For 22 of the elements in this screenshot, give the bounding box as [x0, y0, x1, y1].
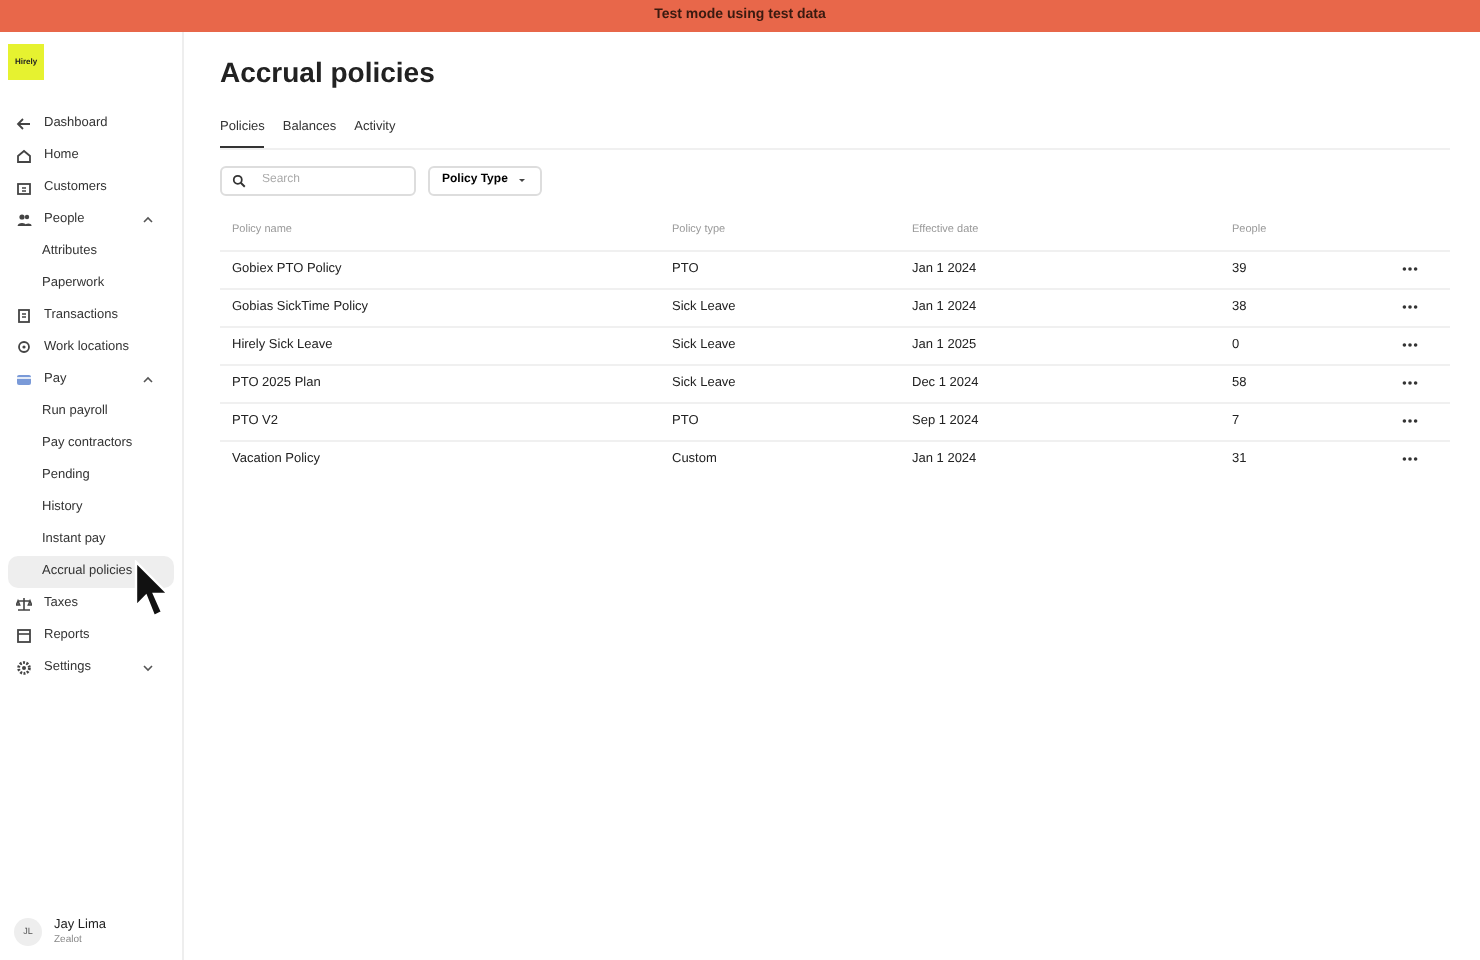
more-options-icon[interactable]: [1402, 456, 1418, 463]
more-options-icon[interactable]: [1402, 265, 1418, 272]
chevron-up-icon: [142, 214, 154, 226]
report-icon: [16, 628, 32, 644]
arrow-left-icon: [16, 116, 32, 132]
people-icon: [16, 212, 32, 228]
gear-icon: [16, 660, 32, 676]
page-title: Accrual policies: [220, 56, 437, 90]
caret-icon: [515, 174, 528, 187]
more-options-icon[interactable]: [1402, 417, 1418, 424]
location-pin-icon: [16, 340, 32, 356]
chevron-down-icon: [142, 662, 154, 674]
receipt-icon: [16, 308, 32, 324]
house-icon: [16, 148, 32, 164]
more-options-icon[interactable]: [1402, 341, 1418, 348]
mouse-cursor-icon: [134, 560, 170, 620]
chevron-up-icon: [142, 374, 154, 386]
building-icon: [16, 180, 32, 196]
card-icon: [16, 372, 32, 388]
more-options-icon[interactable]: [1402, 379, 1418, 386]
more-options-icon[interactable]: [1402, 303, 1418, 310]
scale-icon: [16, 596, 32, 612]
